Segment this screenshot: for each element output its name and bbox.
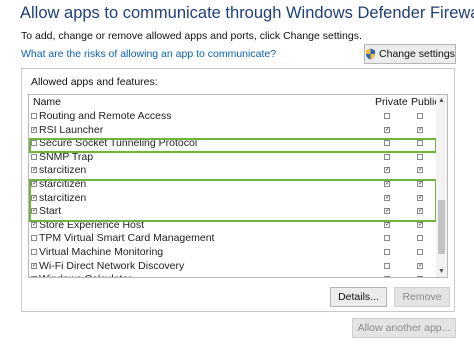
chevron-down-icon[interactable]: ▼ [436,266,447,277]
uac-shield-icon [365,48,376,60]
table-row[interactable]: ✓ starcitizen ✓ ✓ [29,178,437,192]
enabled-checkbox[interactable]: ✓ [31,208,37,215]
enabled-checkbox[interactable] [31,235,37,242]
remove-button[interactable]: Remove [394,287,450,307]
public-checkbox[interactable] [417,248,423,255]
column-private-header[interactable]: Private [375,96,408,108]
private-checkbox[interactable]: ✓ [384,126,390,133]
change-settings-label: Change settings [379,48,455,60]
private-checkbox[interactable]: ✓ [384,180,390,187]
app-name: RSI Launcher [39,123,104,136]
private-checkbox[interactable] [384,248,390,255]
app-name: Virtual Machine Monitoring [39,245,164,258]
public-checkbox[interactable] [417,140,423,147]
table-row[interactable]: ✓ RSI Launcher ✓ ✓ [29,124,437,138]
private-checkbox[interactable] [384,153,390,160]
enabled-checkbox[interactable]: ✓ [31,167,37,174]
app-name: Windows Calculator [39,273,132,277]
table-row[interactable]: ✓ Store Experience Host ✓ ✓ [29,219,437,233]
app-name: starcitizen [39,164,87,177]
page-description: To add, change or remove allowed apps an… [21,30,362,42]
app-name: Routing and Remote Access [39,110,172,122]
app-name: Wi-Fi Direct Network Discovery [39,259,185,272]
enabled-checkbox[interactable]: ✓ [31,221,37,228]
private-checkbox[interactable] [384,235,390,242]
table-row[interactable]: ✓ starcitizen ✓ ✓ [29,164,437,178]
table-row[interactable]: Secure Socket Tunneling Protocol [29,137,437,151]
enabled-checkbox[interactable]: ✓ [31,180,37,187]
enabled-checkbox[interactable]: ✓ [31,126,37,133]
table-row[interactable]: Virtual Machine Monitoring [29,246,437,260]
details-button[interactable]: Details... [330,287,387,307]
chevron-up-icon[interactable]: ▲ [436,95,447,106]
private-checkbox[interactable] [384,140,390,147]
table-row[interactable]: ✓ Start ✓ ✓ [29,205,437,219]
public-checkbox[interactable]: ✓ [417,276,423,277]
public-checkbox[interactable] [417,235,423,242]
app-name: Start [39,205,62,218]
allowed-apps-label: Allowed apps and features: [31,76,158,88]
app-name: SNMP Trap [39,150,94,163]
list-scrollbar[interactable]: ▲ ▼ [436,95,447,277]
public-checkbox[interactable]: ✓ [417,126,423,133]
public-checkbox[interactable]: ✓ [417,221,423,228]
private-checkbox[interactable]: ✓ [384,208,390,215]
allow-another-app-button[interactable]: Allow another app... [352,318,456,338]
private-checkbox[interactable]: ✓ [384,276,390,277]
allowed-apps-group: Allowed apps and features: Name Private … [21,68,455,312]
private-checkbox[interactable]: ✓ [384,221,390,228]
enabled-checkbox[interactable] [31,113,37,119]
change-settings-button[interactable]: Change settings [364,44,456,64]
enabled-checkbox[interactable]: ✓ [31,276,37,277]
enabled-checkbox[interactable] [31,153,37,160]
table-row[interactable]: ✓ starcitizen ✓ ✓ [29,192,437,206]
private-checkbox[interactable]: ✓ [384,194,390,201]
app-name: TPM Virtual Smart Card Management [39,232,215,245]
table-row[interactable]: Routing and Remote Access [29,110,437,124]
scroll-thumb[interactable] [438,200,445,254]
private-checkbox[interactable] [384,262,390,269]
private-checkbox[interactable]: ✓ [384,167,390,174]
app-name: Secure Socket Tunneling Protocol [39,137,198,150]
app-name: starcitizen [39,177,87,190]
enabled-checkbox[interactable]: ✓ [31,194,37,201]
table-row[interactable]: SNMP Trap [29,151,437,165]
enabled-checkbox[interactable] [31,248,37,255]
table-row[interactable]: ✓ Wi-Fi Direct Network Discovery ✓ [29,260,437,274]
table-row[interactable]: ✓Windows Calculator✓✓ [29,273,437,277]
app-rows: Routing and Remote Access ✓ RSI Launcher ✓ ✓… [29,110,437,277]
page-title: Allow apps to communicate through Window… [20,4,474,22]
risks-link[interactable]: What are the risks of allowing an app to… [21,48,276,60]
public-checkbox[interactable]: ✓ [417,208,423,215]
public-checkbox[interactable]: ✓ [417,194,423,201]
public-checkbox[interactable]: ✓ [417,262,423,269]
public-checkbox[interactable] [417,113,423,119]
allowed-apps-list: Name Private Public Routing and Remote A… [28,94,448,278]
private-checkbox[interactable] [384,113,390,119]
enabled-checkbox[interactable] [31,140,37,147]
enabled-checkbox[interactable]: ✓ [31,262,37,269]
app-name: starcitizen [39,191,87,204]
table-row[interactable]: TPM Virtual Smart Card Management [29,232,437,246]
public-checkbox[interactable]: ✓ [417,180,423,187]
list-header: Name Private Public [29,95,440,110]
column-name-header[interactable]: Name [33,96,61,108]
public-checkbox[interactable]: ✓ [417,167,423,174]
public-checkbox[interactable] [417,153,423,160]
app-name: Store Experience Host [39,218,145,231]
